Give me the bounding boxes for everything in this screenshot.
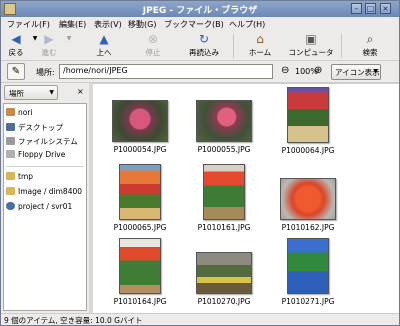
menu-bar: ファイル(F) 編集(E) 表示(V) 移動(G) ブックマーク(B) ヘルプ(… <box>1 17 399 31</box>
file-item[interactable]: P1010164.JPG <box>105 238 175 306</box>
image-thumbnail <box>287 238 329 294</box>
location-label: 場所: <box>36 68 55 77</box>
desktop-icon <box>6 123 15 131</box>
maximize-button[interactable]: □ <box>365 3 376 14</box>
view-mode-select[interactable]: アイコン表示 ▼ <box>331 64 381 80</box>
back-history-dropdown[interactable]: ▼ <box>28 33 38 47</box>
folder-icon <box>6 172 15 180</box>
image-thumbnail <box>119 238 161 294</box>
window-title: JPEG - ファイル・ブラウザ <box>142 6 258 16</box>
toolbar: ◀ 戻る ▼ ▶ 進む ▼ ▲ 上へ ⊗ 停止 ↻ 再読込み ⌂ ホーム ▣ コ… <box>1 31 399 61</box>
harddisk-icon <box>6 137 15 145</box>
image-thumbnail <box>196 100 252 142</box>
stop-button[interactable]: ⊗ 停止 <box>143 33 163 58</box>
chevron-down-icon: ▼ <box>66 35 72 42</box>
file-item[interactable]: P1010270.JPG <box>189 252 259 306</box>
minimize-button[interactable]: – <box>351 3 362 14</box>
network-icon <box>6 202 15 210</box>
close-button[interactable]: × <box>380 3 391 14</box>
image-thumbnail <box>203 164 245 220</box>
menu-view[interactable]: 表示(V) <box>94 19 122 30</box>
forward-history-dropdown[interactable]: ▼ <box>62 33 72 47</box>
chevron-down-icon: ▼ <box>373 68 378 75</box>
home-folder-icon <box>6 108 15 116</box>
image-thumbnail <box>112 100 168 142</box>
search-icon: ⌕ <box>366 32 374 46</box>
sidebar-item-tmp[interactable]: tmp <box>6 172 33 184</box>
file-item[interactable]: P1010161.JPG <box>189 164 259 232</box>
menu-file[interactable]: ファイル(F) <box>7 19 50 30</box>
reload-button[interactable]: ↻ 再読込み <box>187 33 221 58</box>
zoom-in-icon[interactable]: ⊕ <box>314 65 326 77</box>
status-bar: 9 個のアイテム, 空き容量: 10.0 Gバイト <box>1 313 399 325</box>
file-item[interactable]: P1000055.JPG <box>189 100 259 154</box>
sidebar-item-image-dim8400[interactable]: Image / dim8400 <box>6 187 82 199</box>
file-item[interactable]: P1010162.JPG <box>273 178 343 232</box>
sidebar-type-select[interactable]: 場所 ▼ <box>4 85 58 100</box>
image-thumbnail <box>119 164 161 220</box>
location-input[interactable]: /home/nori/JPEG <box>59 64 273 79</box>
home-icon: ⌂ <box>256 32 264 46</box>
close-sidebar-icon[interactable]: × <box>77 87 84 96</box>
floppy-icon <box>6 150 15 158</box>
sidebar-item-nori[interactable]: nori <box>6 108 33 120</box>
menu-bookmarks[interactable]: ブックマーク(B) <box>164 19 224 30</box>
computer-icon: ▣ <box>305 32 317 46</box>
icon-view: P1000054.JPG P1000055.JPG P1000064.JPG P… <box>93 83 399 313</box>
image-thumbnail <box>287 87 329 143</box>
computer-button[interactable]: ▣ コンピュータ <box>287 33 335 58</box>
toggle-location-button[interactable]: ✎ <box>7 63 25 80</box>
sidebar-item-project-svr01[interactable]: project / svr01 <box>6 202 72 214</box>
chevron-down-icon: ▼ <box>49 89 54 96</box>
menu-go[interactable]: 移動(G) <box>128 19 156 30</box>
sidebar-item-desktop[interactable]: デスクトップ <box>6 122 63 134</box>
reload-icon: ↻ <box>198 32 210 46</box>
title-bar[interactable]: JPEG - ファイル・ブラウザ – □ × <box>1 1 399 17</box>
menu-edit[interactable]: 編集(E) <box>59 19 86 30</box>
sidebar-item-filesystem[interactable]: ファイルシステム <box>6 136 78 148</box>
forward-button[interactable]: ▶ 進む <box>39 33 59 58</box>
sidebar: 場所 ▼ × nori デスクトップ ファイルシステム Floppy Drive… <box>1 83 89 313</box>
folder-icon <box>6 187 15 195</box>
search-button[interactable]: ⌕ 検索 <box>359 33 381 58</box>
forward-arrow-icon: ▶ <box>44 32 54 46</box>
sidebar-item-floppy[interactable]: Floppy Drive <box>6 150 65 162</box>
back-button[interactable]: ◀ 戻る <box>6 33 26 58</box>
location-bar: ✎ 場所: /home/nori/JPEG ⊖ 100% ⊕ アイコン表示 ▼ <box>1 61 399 83</box>
file-item[interactable]: P1000064.JPG <box>273 87 343 155</box>
zoom-out-icon[interactable]: ⊖ <box>281 65 293 77</box>
up-button[interactable]: ▲ 上へ <box>93 33 115 58</box>
file-item[interactable]: P1000054.JPG <box>105 100 175 154</box>
menu-help[interactable]: ヘルプ(H) <box>229 19 265 30</box>
stop-icon: ⊗ <box>147 32 159 46</box>
file-item[interactable]: P1010271.JPG <box>273 238 343 306</box>
file-browser-window: JPEG - ファイル・ブラウザ – □ × ファイル(F) 編集(E) 表示(… <box>0 0 400 326</box>
back-arrow-icon: ◀ <box>11 32 21 46</box>
pencil-icon: ✎ <box>11 66 21 77</box>
file-item[interactable]: P1000065.JPG <box>105 164 175 232</box>
image-thumbnail <box>196 252 252 294</box>
home-button[interactable]: ⌂ ホーム <box>247 33 273 58</box>
places-list: nori デスクトップ ファイルシステム Floppy Drive tmp Im… <box>3 103 87 311</box>
image-thumbnail <box>280 178 336 220</box>
up-arrow-icon: ▲ <box>99 32 109 46</box>
